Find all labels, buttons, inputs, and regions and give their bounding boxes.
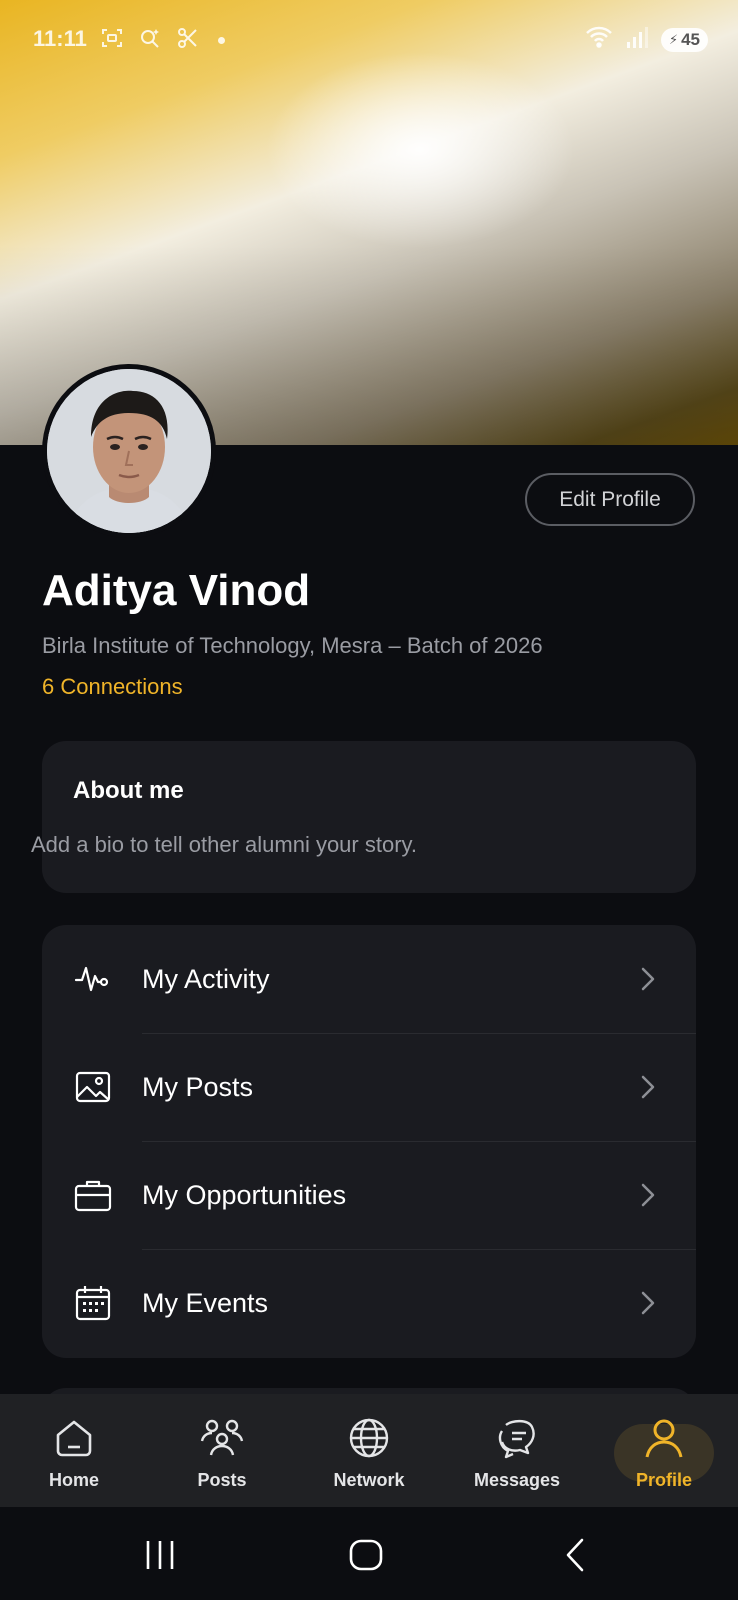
nav-label: Messages <box>473 1470 561 1490</box>
people-icon <box>198 1414 246 1462</box>
chevron-right-icon <box>641 967 655 991</box>
about-title: About me <box>73 777 184 804</box>
screenshot-icon <box>100 26 124 55</box>
messages-icon <box>493 1414 541 1462</box>
battery-level: 45 <box>681 29 700 49</box>
chevron-right-icon <box>641 1075 655 1099</box>
system-nav-bar <box>0 1507 738 1600</box>
menu-item-my-opportunities[interactable]: My Opportunities <box>42 1141 696 1249</box>
profile-institution: Birla Institute of Technology, Mesra – B… <box>42 633 543 658</box>
home-button-icon[interactable] <box>346 1535 386 1575</box>
battery-icon: ⚡ 45 <box>660 27 708 52</box>
nav-profile[interactable]: Profile <box>590 1394 738 1507</box>
menu-label: My Opportunities <box>142 1179 347 1210</box>
status-time: 11:11 <box>33 26 87 51</box>
avatar[interactable] <box>42 364 216 538</box>
nav-label: Network <box>333 1470 405 1490</box>
edit-profile-button[interactable]: Edit Profile <box>525 473 695 526</box>
nav-label: Home <box>48 1470 99 1490</box>
nav-messages[interactable]: Messages <box>443 1394 591 1507</box>
calendar-icon <box>73 1283 113 1323</box>
nav-network[interactable]: Network <box>295 1394 443 1507</box>
profile-icon <box>640 1414 688 1462</box>
search-sparkle-icon <box>138 26 162 55</box>
connections-link[interactable]: 6 Connections <box>42 674 183 700</box>
nav-label: Profile <box>635 1470 692 1490</box>
wifi-icon <box>585 24 613 55</box>
nav-posts[interactable]: Posts <box>148 1394 296 1507</box>
back-icon[interactable] <box>556 1535 596 1575</box>
about-text: Add a bio to tell other alumni your stor… <box>31 832 418 857</box>
avatar-photo <box>47 369 211 533</box>
menu-item-my-posts[interactable]: My Posts <box>42 1033 696 1141</box>
globe-icon <box>345 1414 393 1462</box>
about-card[interactable]: About me <box>42 741 696 893</box>
image-icon <box>73 1067 113 1107</box>
nav-home[interactable]: Home <box>0 1394 148 1507</box>
nav-label: Posts <box>197 1470 247 1490</box>
chevron-right-icon <box>641 1183 655 1207</box>
home-icon <box>50 1414 98 1462</box>
activity-icon <box>73 959 113 999</box>
profile-menu: My Activity My Posts My Opportunities My… <box>42 925 696 1358</box>
briefcase-icon <box>73 1175 113 1215</box>
status-bar: 11:11 ⚡ 45 <box>0 0 738 80</box>
menu-label: My Events <box>142 1287 269 1318</box>
menu-label: My Activity <box>142 963 270 994</box>
profile-name: Aditya Vinod <box>42 566 311 615</box>
scissors-icon <box>176 26 200 55</box>
menu-label: My Posts <box>142 1071 254 1102</box>
menu-item-my-activity[interactable]: My Activity <box>42 925 696 1033</box>
signal-icon <box>623 24 651 55</box>
menu-item-my-events[interactable]: My Events <box>42 1249 696 1357</box>
recent-apps-icon[interactable] <box>140 1535 180 1575</box>
chevron-right-icon <box>641 1291 655 1315</box>
notification-dot <box>218 37 225 44</box>
